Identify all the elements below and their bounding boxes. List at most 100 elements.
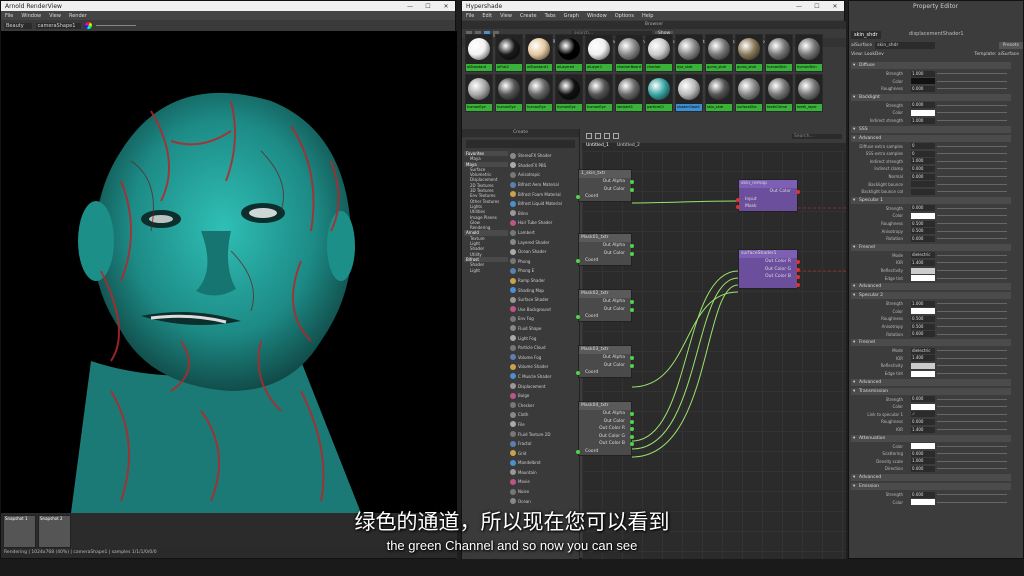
exposure-slider[interactable] [96,25,137,26]
material-swatch[interactable]: teethGrime [765,74,793,112]
attribute-slider[interactable] [937,350,1007,352]
attribute-slider[interactable] [937,223,1007,224]
attribute-value-field[interactable]: 0.000 [911,205,935,212]
attribute-slider[interactable] [937,333,1007,335]
create-node-item[interactable]: Mountain [510,468,566,478]
attribute-value-field[interactable]: 0.500 [911,315,935,322]
create-node-item[interactable]: Phong [510,257,566,267]
menu-render[interactable]: Render [69,13,87,19]
menu-file[interactable]: File [5,13,13,19]
attribute-value-field[interactable]: dielectric [911,252,935,259]
material-swatch[interactable]: aiLayer1 [585,34,613,72]
create-node-item[interactable]: StereoFX Shader [510,151,566,161]
attribute-section-header[interactable]: Advanced [851,474,1011,481]
node-tab-skin-shdr[interactable]: skin_shdr [851,31,881,39]
attribute-section-header[interactable]: Transmission [851,387,1011,395]
material-swatch[interactable]: aiFlat2 [495,34,523,72]
attribute-value-field[interactable]: 0.000 [911,165,935,172]
node-port[interactable]: Coord [576,369,631,377]
attribute-value-field[interactable]: 0 [911,143,935,150]
attribute-slider[interactable] [937,80,1007,82]
attribute-value-field[interactable]: 0.000 [911,491,935,498]
create-node-item[interactable]: Cloth [510,410,566,420]
node-skin-remap[interactable]: skin_remap Out Color Input Mask [736,179,800,212]
create-node-item[interactable]: Layered Shader [510,237,566,247]
attribute-slider[interactable] [937,460,1007,462]
material-swatch[interactable]: humanEye [525,74,553,112]
create-node-item[interactable]: Noise [510,487,566,497]
attribute-section-header[interactable]: Attenuation [851,434,1011,442]
property-editor-titlebar[interactable]: Property Editor [849,1,1023,11]
graph-tool-icon[interactable] [586,133,592,139]
material-swatch[interactable]: humanEye [555,74,583,112]
node-port[interactable]: Out Alpha [579,354,634,362]
material-swatch[interactable]: lambert1 [615,74,643,112]
attribute-slider[interactable] [937,254,1007,256]
create-node-item[interactable]: Displacement [510,381,566,391]
maximize-icon[interactable]: ☐ [419,3,437,10]
material-swatch[interactable]: particleCl [645,74,673,112]
material-swatch[interactable]: checker [645,34,673,72]
attribute-slider[interactable] [937,230,1007,232]
attribute-section-header[interactable]: Diffuse [851,62,1011,69]
create-node-item[interactable]: Bifrost Foam Material [510,189,566,199]
node-port[interactable]: Input [736,196,797,204]
attribute-slider[interactable] [937,183,1007,185]
attribute-value-field[interactable]: 0.000 [911,331,935,338]
material-swatch[interactable]: gums_shdr [735,34,763,72]
node-port[interactable]: Coord [576,193,631,201]
attribute-section-header[interactable]: Fresnel [851,243,1011,251]
attribute-value-field[interactable]: 1.000 [911,70,935,77]
attribute-value-field[interactable]: 1.000 [911,300,935,307]
node-mask04-texture[interactable]: Mask04_txtr Out Alpha Out Color Out Colo… [576,401,634,456]
node-port[interactable]: Out Color [579,306,634,314]
menu-window[interactable]: Window [587,13,607,19]
node-surface-shader[interactable]: surfaceShader1 Out Color R Out Color G O… [738,249,800,289]
attribute-slider[interactable] [937,153,1007,155]
node-port[interactable]: Mask [736,203,797,211]
attribute-value-field[interactable] [911,181,935,188]
attribute-section-header[interactable]: Fresnel [851,339,1011,347]
create-node-item[interactable]: Phong E [510,266,566,276]
create-node-item[interactable]: Particle Cloud [510,343,566,353]
attribute-slider[interactable] [937,207,1007,209]
create-node-item[interactable]: ShaderFX PBS [510,161,566,171]
attribute-section-header[interactable]: Advanced [851,134,1011,142]
attribute-value-field[interactable]: 0.500 [911,323,935,330]
attribute-slider[interactable] [937,277,1007,279]
attribute-slider[interactable] [937,468,1007,470]
attribute-slider[interactable] [937,104,1007,106]
create-node-item[interactable]: Bifrost Aero Material [510,180,566,190]
node-port[interactable]: Out Alpha [579,178,634,186]
hypershade-titlebar[interactable]: Hypershade — ☐ ✕ [462,1,844,11]
presets-button[interactable]: Presets [998,42,1023,49]
material-swatch[interactable]: humanEye [585,74,613,112]
attribute-slider[interactable] [937,429,1007,430]
color-swatch[interactable] [911,403,935,410]
menu-create[interactable]: Create [520,13,537,19]
attribute-slider[interactable] [937,191,1007,193]
attribute-slider[interactable] [937,112,1007,114]
aov-dropdown[interactable]: Beauty [4,22,32,29]
attribute-value-field[interactable]: 0.000 [911,418,935,425]
attribute-slider[interactable] [937,406,1007,408]
render-view-titlebar[interactable]: Arnold RenderView — ☐ ✕ [1,1,455,11]
attribute-slider[interactable] [937,318,1007,320]
menu-file[interactable]: File [466,13,474,19]
attribute-slider[interactable] [937,238,1007,240]
node-port[interactable]: Out Color [579,418,634,426]
material-swatch[interactable]: gums_shdr [705,34,733,72]
attribute-slider[interactable] [937,494,1007,495]
create-node-item[interactable]: Ramp Shader [510,276,566,286]
attribute-value-field[interactable]: 0.000 [911,450,935,457]
material-swatch[interactable]: humanSkin [795,34,823,72]
material-swatch[interactable]: shaderGlow1 [675,74,703,112]
menu-view[interactable]: View [500,13,512,19]
attribute-value-field[interactable]: 0 [911,150,935,157]
attribute-value-field[interactable]: 1.400 [911,259,935,266]
node-port[interactable]: Out Color [579,362,634,370]
surface-name-field[interactable]: skin_shdr [875,42,936,49]
attribute-value-field[interactable]: 1.400 [911,426,935,433]
create-node-item[interactable]: File [510,420,566,430]
attribute-slider[interactable] [937,398,1007,400]
